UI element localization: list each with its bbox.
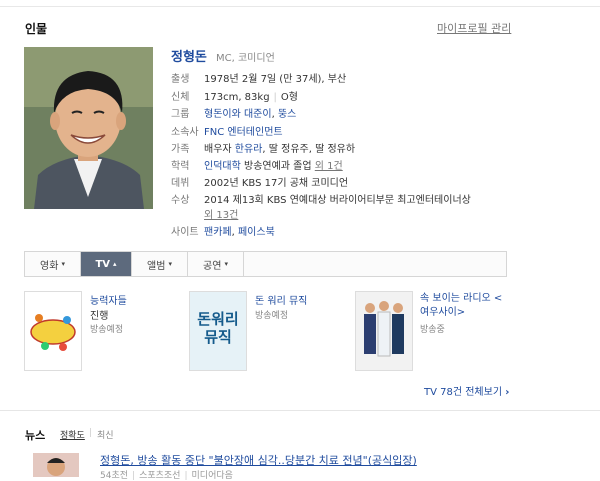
program-logo-1 — [25, 292, 81, 370]
label-family: 가족 — [171, 144, 190, 155]
profile-photo[interactable] — [24, 47, 153, 209]
tab-concert-label: 공연 — [203, 260, 222, 272]
separator: | — [132, 471, 136, 481]
section-title: 인물 — [25, 22, 48, 36]
program-photo-3 — [356, 292, 412, 370]
person-name[interactable]: 정형돈 — [171, 46, 207, 65]
chevron-right-icon: › — [505, 387, 510, 398]
program-status-3: 방송중 — [420, 325, 445, 335]
tab-tv-label: TV — [95, 258, 111, 270]
value-body: 173cm, 83kg | O형 — [204, 88, 298, 103]
school-link[interactable]: 인덕대학 — [204, 161, 241, 172]
chevron-down-icon: ▾ — [168, 260, 172, 268]
award-more-link[interactable]: 외 13건 — [204, 206, 238, 221]
label-education: 학력 — [171, 161, 190, 172]
label-site: 사이트 — [171, 227, 199, 238]
value-body-size: 173cm, 83kg — [204, 92, 270, 103]
value-debut: 2002년 KBS 17기 공채 코미디언 — [204, 178, 349, 189]
tab-album[interactable]: 앨범 ▾ — [132, 252, 188, 276]
label-body: 신체 — [171, 92, 190, 103]
news-platform: 미디어다음 — [191, 471, 233, 481]
program-status-1: 방송예정 — [90, 325, 124, 335]
value-family: 배우자 한유라, 딸 정유주, 딸 정유하 — [204, 140, 355, 155]
program-thumb-2[interactable]: 돈워리 뮤직 — [189, 291, 247, 371]
tab-album-label: 앨범 — [147, 260, 166, 272]
separator: | — [184, 471, 188, 481]
separator: | — [273, 92, 277, 103]
tab-movie-label: 영화 — [40, 260, 59, 272]
person-role: MC, 코미디언 — [216, 53, 275, 64]
tv-more-label: TV 78건 전체보기 — [424, 387, 503, 398]
sort-latest[interactable]: 최신 — [97, 428, 114, 441]
education-major: 방송연예과 졸업 — [240, 161, 312, 172]
value-agency: FNC 엔터테인먼트 — [204, 123, 283, 138]
value-group: 형돈이와 대준이, 뚱스 — [204, 109, 297, 120]
chevron-up-icon: ▴ — [113, 260, 117, 268]
value-education: 인덕대학 방송연예과 졸업 외 1건 — [204, 157, 343, 172]
fancafe-link[interactable]: 팬카페 — [204, 227, 232, 238]
tv-more-link[interactable]: TV 78건 전체보기 › — [424, 383, 509, 398]
news-time: 54초전 — [100, 471, 129, 481]
manage-profile-link[interactable]: 마이프로필 관리 — [437, 20, 511, 36]
program-role-1: 진행 — [90, 311, 109, 322]
program-thumb-3[interactable] — [355, 291, 413, 371]
news-thumbnail-image — [33, 453, 79, 477]
chevron-down-icon: ▾ — [224, 260, 228, 268]
program-thumb-1[interactable] — [24, 291, 82, 371]
value-birth: 1978년 2월 7일 (만 37세), 부산 — [204, 74, 347, 85]
value-site: 팬카페, 페이스북 — [204, 227, 275, 238]
program-title-1[interactable]: 능력자들 — [90, 292, 127, 307]
label-birth: 출생 — [171, 74, 190, 85]
news-meta: 54초전 | 스포츠조선 | 미디어다음 — [100, 468, 233, 481]
agency-link[interactable]: FNC 엔터테인먼트 — [204, 127, 283, 138]
sort-accuracy[interactable]: 정확도 — [60, 428, 85, 441]
program-status-2: 방송예정 — [255, 311, 289, 321]
section-divider — [0, 410, 600, 411]
family-suffix: , 딸 정유주, 딸 정유하 — [262, 144, 356, 155]
program-title-3[interactable]: 속 보이는 라디오 < 여우사이> — [420, 292, 510, 320]
label-group: 그룹 — [171, 109, 190, 120]
education-more-link[interactable]: 외 1건 — [315, 161, 343, 172]
label-debut: 데뷔 — [171, 178, 190, 189]
group-link-2[interactable]: 뚱스 — [278, 109, 296, 120]
facebook-link[interactable]: 페이스북 — [238, 227, 275, 238]
value-blood-type: O형 — [280, 92, 298, 103]
label-agency: 소속사 — [171, 127, 199, 138]
tab-movie[interactable]: 영화 ▾ — [25, 252, 81, 276]
top-divider — [0, 6, 600, 7]
tab-concert[interactable]: 공연 ▾ — [188, 252, 244, 276]
program-title-2[interactable]: 돈 워리 뮤직 — [255, 292, 307, 307]
news-thumbnail[interactable] — [33, 453, 79, 477]
program-logo-text-2: 돈워리 뮤직 — [197, 310, 239, 346]
sort-separator: | — [89, 428, 93, 438]
tab-tv[interactable]: TV ▴ — [81, 252, 132, 276]
filmography-tabs: 영화 ▾ TV ▴ 앨범 ▾ 공연 ▾ — [24, 251, 507, 277]
chevron-down-icon: ▾ — [61, 260, 65, 268]
person-portrait — [24, 47, 153, 209]
family-prefix: 배우자 — [204, 144, 235, 155]
news-source: 스포츠조선 — [139, 471, 181, 481]
news-title: 뉴스 — [25, 429, 46, 442]
group-link-1[interactable]: 형돈이와 대준이 — [204, 109, 272, 120]
spouse-link[interactable]: 한유라 — [235, 144, 263, 155]
value-award: 2014 제13회 KBS 연예대상 버라이어티부문 최고엔터테이너상 — [204, 195, 471, 206]
news-headline-link[interactable]: 정형돈, 방송 활동 중단 "불안장애 심각..당분간 치료 전념"(공식입장) — [100, 452, 417, 468]
label-award: 수상 — [171, 195, 190, 206]
